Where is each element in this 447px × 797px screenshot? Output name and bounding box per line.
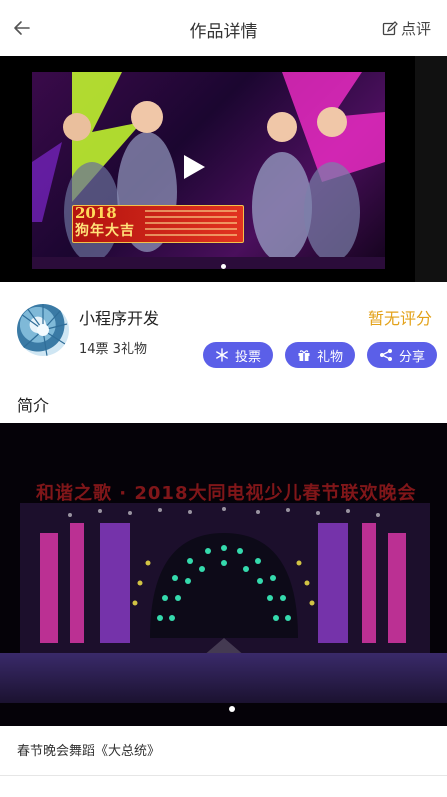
video-player[interactable]: 2018 狗年大吉 [0,56,447,282]
vote-label: 投票 [234,349,261,365]
edit-icon [382,20,398,35]
author-avatar[interactable] [17,304,69,356]
action-buttons: 投票 礼物 分享 [202,342,437,368]
page-title: 作品详情 [189,22,258,42]
work-info: 小程序开发 14票 3礼物 暂无评分 投票 礼物 分享 [0,282,447,382]
vote-button[interactable]: 投票 [202,342,273,368]
gift-label: 礼物 [316,349,343,365]
video-frame[interactable]: 2018 狗年大吉 [32,72,385,269]
gift-icon [298,350,310,361]
share-button[interactable]: 分享 [366,342,437,368]
share-icon [379,349,392,361]
banner-fine-print [145,210,237,236]
stage-floor [0,653,447,703]
intro-photo[interactable]: 和谐之歌 · 2018大同电视少儿春节联欢晚会 [0,423,447,726]
comment-label: 点评 [400,20,431,38]
image-pager-dot [229,706,235,712]
video-progress-dot [221,264,226,269]
comment-button[interactable]: 点评 [382,18,431,39]
new-year-banner: 2018 狗年大吉 [72,204,244,243]
top-bar: 作品详情 点评 [0,0,447,57]
video-side-rail [415,56,447,282]
banner-title: 狗年大吉 [75,223,135,239]
avatar-image [20,304,68,356]
author-name: 小程序开发 [79,309,160,328]
share-label: 分享 [398,349,425,365]
play-icon [184,155,205,179]
play-button[interactable] [178,152,208,186]
vote-gift-count: 14票 3礼物 [79,342,147,357]
snowflake-icon [216,348,228,362]
stage-banner-text: 和谐之歌 · 2018大同电视少儿春节联欢晚会 [36,483,417,504]
gift-button[interactable]: 礼物 [284,342,355,368]
intro-caption: 春节晚会舞蹈《大总统》 [17,744,161,759]
divider [0,775,447,776]
intro-heading: 简介 [17,396,50,415]
rating-status: 暂无评分 [367,309,432,328]
